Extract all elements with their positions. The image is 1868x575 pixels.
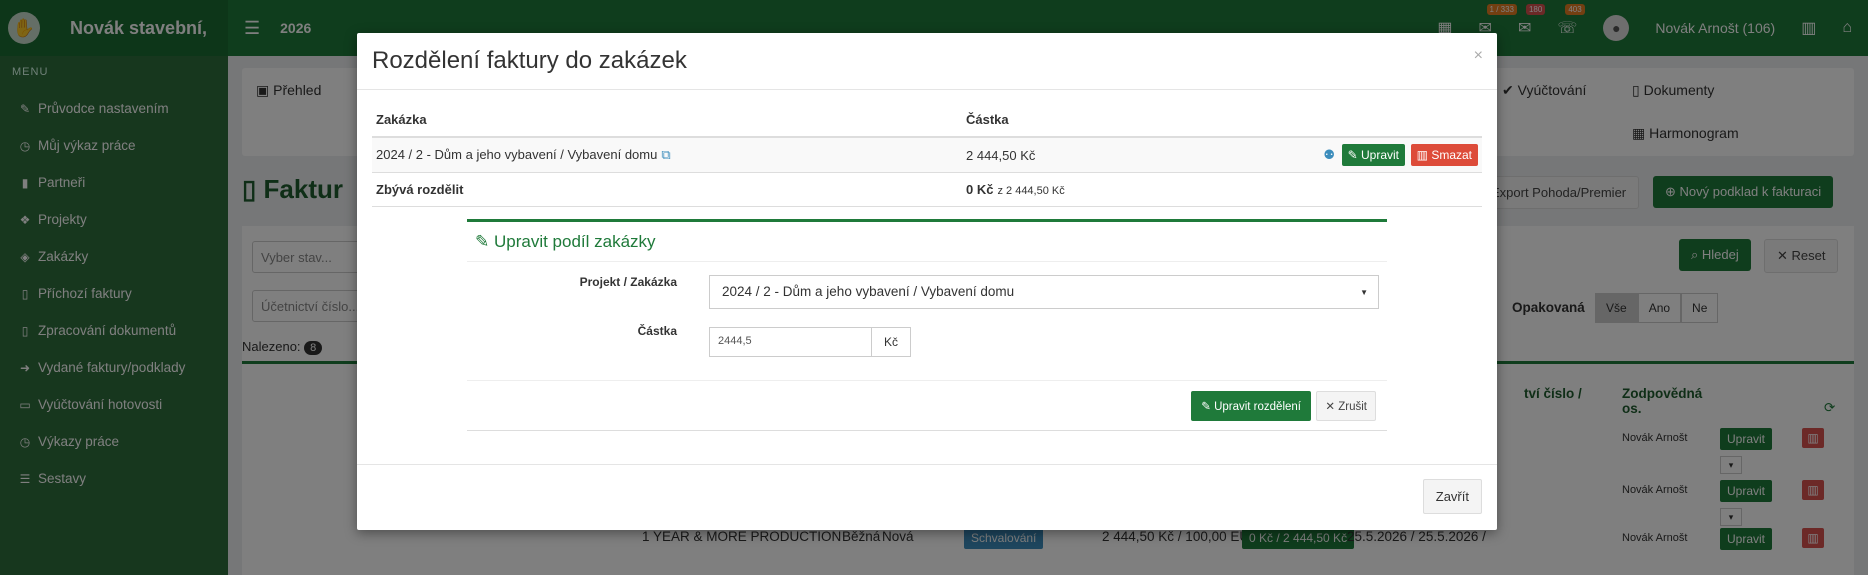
edit-share-header: ✎ Upravit podíl zakázky xyxy=(467,222,1387,262)
remaining-value: 0 Kč xyxy=(966,182,994,197)
close-icon[interactable]: × xyxy=(1474,47,1483,65)
modal-header: Rozdělení faktury do zakázek × xyxy=(357,33,1497,90)
edit-share-title: Upravit podíl zakázky xyxy=(493,232,656,251)
table-row: 2024 / 2 - Dům a jeho vybavení / Vybaven… xyxy=(372,137,1482,173)
remaining-total: z 2 444,50 Kč xyxy=(997,185,1065,197)
close-button[interactable]: Zavřít xyxy=(1422,479,1482,514)
save-split-button[interactable]: ✎ Upravit rozdělení xyxy=(1191,391,1311,421)
order-name: 2024 / 2 - Dům a jeho vybavení / Vybaven… xyxy=(376,147,658,162)
cancel-split-button[interactable]: ✕ Zrušit xyxy=(1316,391,1376,421)
amount-label: Částka xyxy=(637,324,677,338)
delete-split-button[interactable]: ▥ Smazat xyxy=(1410,144,1478,166)
modal-footer: Zavřít xyxy=(357,464,1497,530)
pencil-icon: ✎ xyxy=(475,232,490,251)
split-table: Zakázka Částka 2024 / 2 - Dům a jeho vyb… xyxy=(372,103,1482,207)
edit-split-button[interactable]: ✎ Upravit xyxy=(1341,144,1406,166)
currency-addon: Kč xyxy=(871,327,911,357)
project-order-value: 2024 / 2 - Dům a jeho vybavení / Vybaven… xyxy=(722,284,1015,299)
edit-share-footer: ✎ Upravit rozdělení ✕ Zrušit xyxy=(467,380,1387,432)
remaining-label: Zbývá rozdělit xyxy=(372,172,962,207)
edit-share-box: ✎ Upravit podíl zakázky Projekt / Zakázk… xyxy=(467,219,1387,431)
modal-title: Rozdělení faktury do zakázek xyxy=(372,47,687,74)
delete-split-label: Smazat xyxy=(1431,148,1472,162)
remaining-empty-cell xyxy=(1292,172,1482,207)
caret-down-icon: ▼ xyxy=(1360,288,1368,297)
amount-input[interactable]: 2444,5 xyxy=(709,327,872,357)
edit-split-label: Upravit xyxy=(1361,148,1400,162)
actions-cell: ⚉ ✎ Upravit ▥ Smazat xyxy=(1292,137,1482,173)
amount-cell: 2 444,50 Kč xyxy=(962,137,1292,173)
col-amount: Částka xyxy=(962,103,1292,138)
remaining-cell: 0 Kč z 2 444,50 Kč xyxy=(962,172,1292,207)
user-assign-icon[interactable]: ⚉ xyxy=(1323,147,1335,162)
remaining-row: Zbývá rozdělit 0 Kč z 2 444,50 Kč xyxy=(372,172,1482,207)
split-invoice-modal: Rozdělení faktury do zakázek × Zakázka Č… xyxy=(357,33,1497,530)
cancel-split-label: Zrušit xyxy=(1338,401,1367,413)
col-order: Zakázka xyxy=(372,103,962,138)
external-link-icon[interactable]: ⧉ xyxy=(661,147,670,162)
col-actions xyxy=(1292,103,1482,138)
project-order-select[interactable]: 2024 / 2 - Dům a jeho vybavení / Vybaven… xyxy=(709,275,1379,309)
project-order-label: Projekt / Zakázka xyxy=(579,275,677,289)
save-split-label: Upravit rozdělení xyxy=(1214,401,1301,413)
order-cell: 2024 / 2 - Dům a jeho vybavení / Vybaven… xyxy=(372,137,962,173)
